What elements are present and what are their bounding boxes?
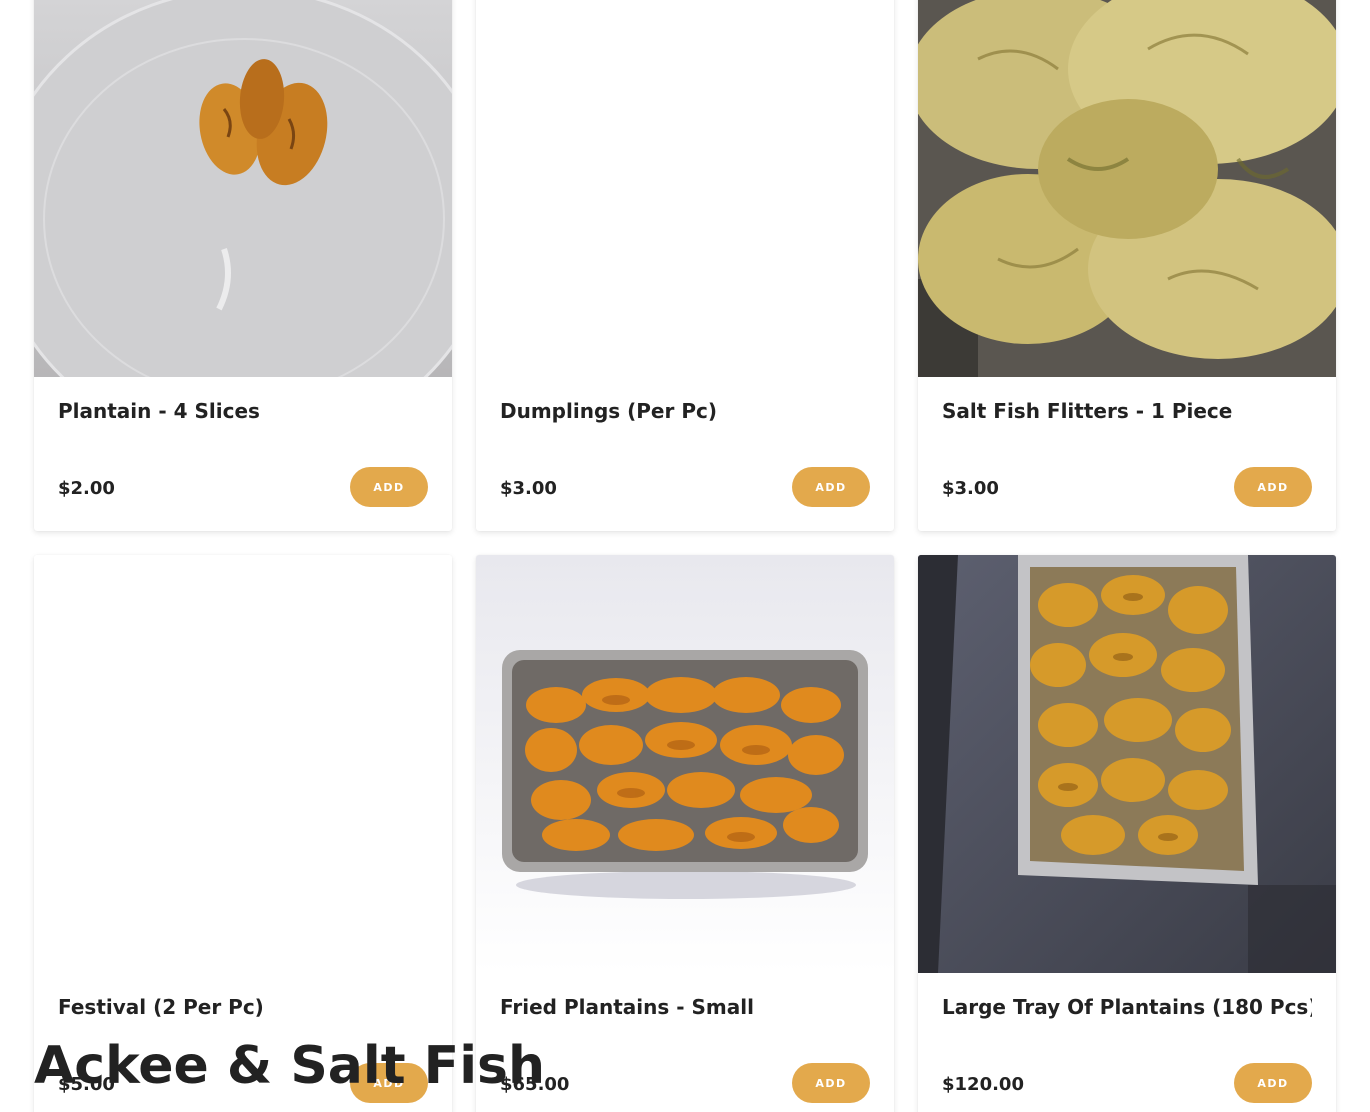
menu-item-name: Fried Plantains - Small <box>500 995 754 1019</box>
menu-item-price: $3.00 <box>500 478 557 499</box>
add-to-cart-button[interactable]: ADD <box>1234 1063 1312 1103</box>
section-heading: Ackee & Salt Fish <box>34 1036 545 1096</box>
menu-item-name: Plantain - 4 Slices <box>58 399 260 423</box>
menu-item-name: Salt Fish Flitters - 1 Piece <box>942 399 1233 423</box>
add-to-cart-button[interactable]: ADD <box>792 1063 870 1103</box>
menu-item-card[interactable]: Plantain - 4 Slices $2.00 ADD <box>34 0 452 531</box>
menu-item-card[interactable]: Fried Plantains - Small $65.00 ADD <box>476 555 894 1112</box>
menu-item-photo-placeholder <box>34 555 452 973</box>
menu-item-price: $3.00 <box>942 478 999 499</box>
add-to-cart-button[interactable]: ADD <box>1234 467 1312 507</box>
menu-item-card[interactable]: Large Tray Of Plantains (180 Pcs) $120.0… <box>918 555 1336 1112</box>
menu-item-photo-plantain-slices <box>34 0 452 377</box>
menu-item-photo-placeholder <box>476 0 894 377</box>
menu-item-grid: Plantain - 4 Slices $2.00 ADD Dumplings … <box>34 0 1336 1112</box>
menu-item-photo-large-plantains-tray <box>918 555 1336 973</box>
menu-item-photo-plantains-tray <box>476 555 894 973</box>
menu-item-card[interactable]: Salt Fish Flitters - 1 Piece $3.00 ADD <box>918 0 1336 531</box>
menu-item-photo-fritters <box>918 0 1336 377</box>
menu-item-name: Large Tray Of Plantains (180 Pcs) <box>942 995 1312 1019</box>
add-to-cart-button[interactable]: ADD <box>792 467 870 507</box>
menu-item-price: $2.00 <box>58 478 115 499</box>
menu-page: Plantain - 4 Slices $2.00 ADD Dumplings … <box>0 0 1370 1112</box>
menu-item-card[interactable]: Festival (2 Per Pc) $5.00 ADD <box>34 555 452 1112</box>
add-to-cart-button[interactable]: ADD <box>350 467 428 507</box>
menu-item-name: Dumplings (Per Pc) <box>500 399 717 423</box>
menu-item-price: $120.00 <box>942 1074 1024 1095</box>
menu-item-name: Festival (2 Per Pc) <box>58 995 264 1019</box>
menu-item-card[interactable]: Dumplings (Per Pc) $3.00 ADD <box>476 0 894 531</box>
